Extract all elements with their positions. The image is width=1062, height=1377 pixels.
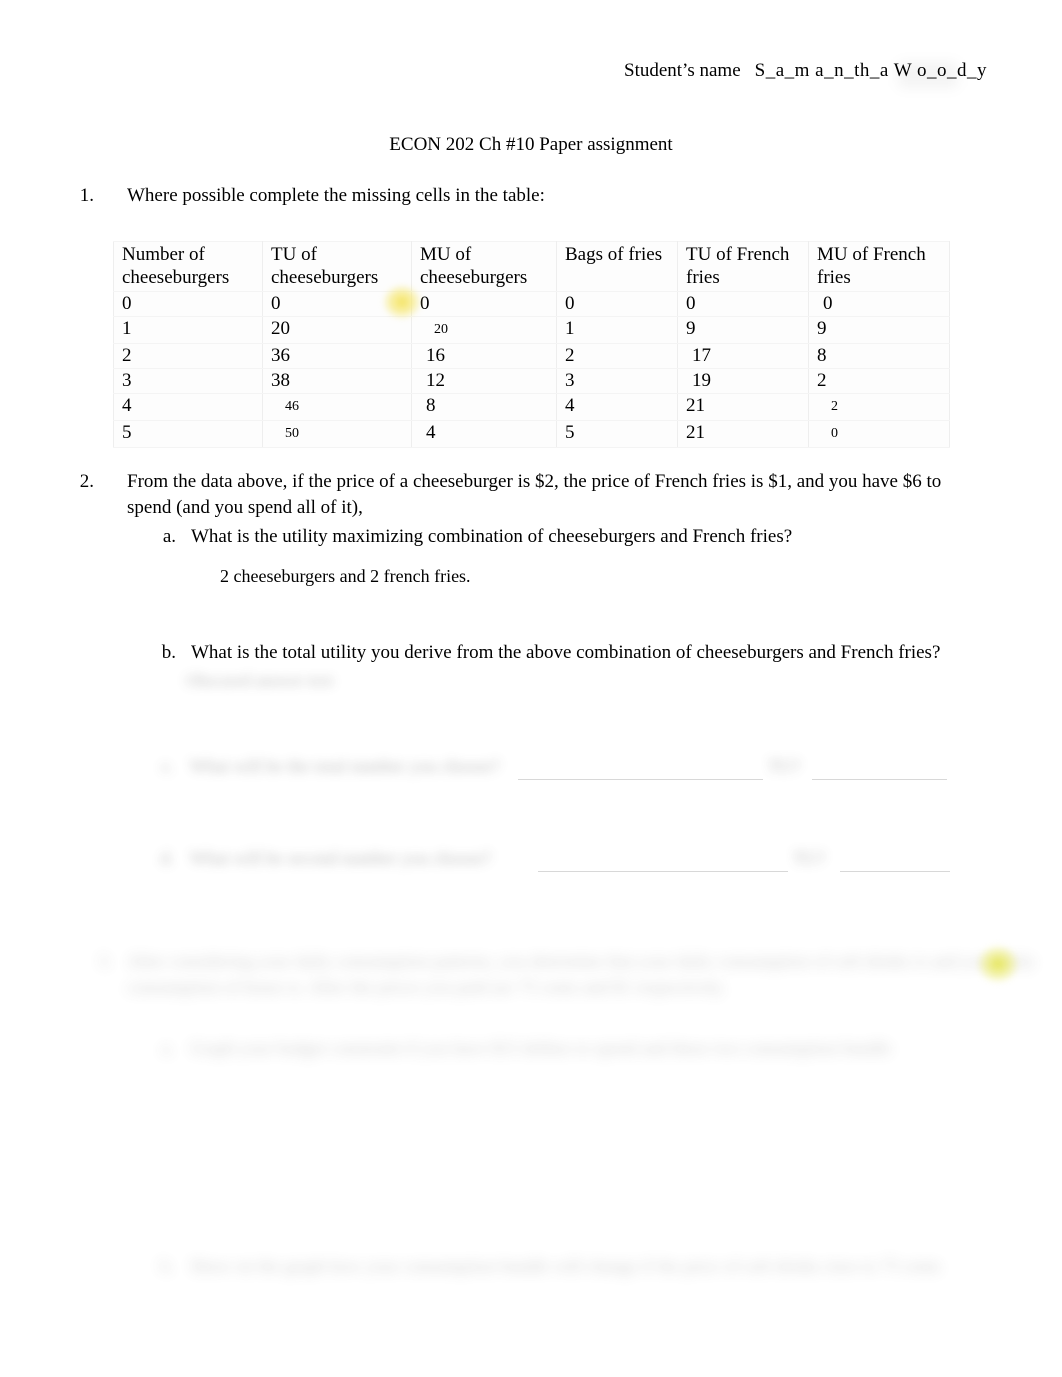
cell-tu-burgers[interactable]: 38	[262, 368, 412, 394]
utility-table-wrapper: Number of cheeseburgers TU of cheeseburg…	[113, 241, 950, 448]
cell-mu-burgers[interactable]: 20	[411, 316, 557, 344]
question-2b-letter: b.	[161, 642, 176, 663]
table-row: 1 20 20 1 9 9	[113, 316, 950, 344]
cell-tu-fries[interactable]: 19	[677, 368, 809, 394]
column-header-tu-of-cheeseburgers: TU of cheeseburgers	[262, 241, 412, 292]
cell-mu-burgers[interactable]: 12	[411, 368, 557, 394]
cell-qty-burgers[interactable]: 5	[113, 420, 263, 448]
question-3b-letter: b.	[160, 1256, 175, 1276]
table-row: 0 0 0 0 0 0	[113, 291, 950, 317]
cell-qty-fries[interactable]: 3	[556, 368, 678, 394]
cell-tu-burgers[interactable]: 50	[262, 420, 412, 448]
table-row: 2 36 16 2 17 8	[113, 343, 950, 369]
cell-mu-fries[interactable]: 2	[808, 368, 950, 394]
cell-mu-fries-value: 2	[831, 399, 838, 414]
cell-tu-burgers[interactable]: 20	[262, 316, 412, 344]
question-2c-blank-suffix: TU?	[768, 756, 800, 776]
question-2b-text: What is the total utility you derive fro…	[191, 642, 941, 663]
question-2d-text: What will be second number you choose?	[190, 848, 491, 868]
cell-mu-burgers[interactable]: 8	[411, 393, 557, 421]
cell-tu-fries[interactable]: 0	[677, 291, 809, 317]
student-name-line: Student’s name S_a_m a_n_th_a W o_o_d_y	[624, 58, 1044, 83]
question-3-number: 3.	[98, 951, 113, 971]
question-3a-letter: a.	[161, 1038, 175, 1058]
column-header-mu-of-french-fries: MU of French fries	[808, 241, 950, 292]
cell-tu-fries-value: 19	[692, 370, 711, 391]
question-2a-text: What is the utility maximizing combinati…	[191, 526, 793, 547]
question-2-text: From the data above, if the price of a c…	[127, 471, 942, 518]
question-3-text: After considering your daily consumption…	[127, 951, 1036, 997]
cell-qty-fries[interactable]: 0	[556, 291, 678, 317]
cell-mu-fries-value: 0	[823, 293, 833, 314]
table-row: 3 38 12 3 19 2	[113, 368, 950, 394]
table-header-row: Number of cheeseburgers TU of cheeseburg…	[113, 241, 950, 292]
student-name-label: Student’s name	[624, 60, 741, 81]
question-2c-redacted: c. What will be the total number you cho…	[140, 753, 1000, 783]
cell-mu-fries[interactable]: 0	[808, 291, 950, 317]
cell-tu-burgers[interactable]: 46	[262, 393, 412, 421]
cell-qty-fries[interactable]: 4	[556, 393, 678, 421]
cell-qty-burgers[interactable]: 3	[113, 368, 263, 394]
cell-mu-burgers-value: 16	[426, 345, 445, 366]
document-page: Student’s name S_a_m a_n_th_a W o_o_d_y E…	[0, 0, 1062, 1377]
cell-mu-burgers[interactable]: 4	[411, 420, 557, 448]
question-2d-redacted: d. What will be second number you choose…	[140, 845, 1000, 875]
cell-tu-fries[interactable]: 17	[677, 343, 809, 369]
cell-mu-burgers-value: 4	[426, 422, 436, 443]
page-title: ECON 202 Ch #10 Paper assignment	[389, 134, 673, 155]
cell-mu-burgers[interactable]: 16	[411, 343, 557, 369]
cell-qty-fries[interactable]: 5	[556, 420, 678, 448]
column-header-number-of-cheeseburgers: Number of cheeseburgers	[113, 241, 263, 292]
question-2b-answer-redacted[interactable]: Obscured answer text	[186, 668, 333, 694]
question-2c-blank[interactable]	[518, 779, 763, 780]
cell-mu-fries[interactable]: 8	[808, 343, 950, 369]
question-1-number: 1.	[79, 185, 94, 206]
cell-mu-fries[interactable]: 9	[808, 316, 950, 344]
cell-mu-burgers-value: 8	[426, 395, 436, 416]
column-header-bags-of-fries: Bags of fries	[556, 241, 678, 292]
question-2d-letter: d.	[160, 848, 175, 868]
table-row: 4 46 8 4 21 2	[113, 393, 950, 421]
cell-mu-burgers-value: 20	[434, 322, 448, 337]
cell-mu-fries[interactable]: 2	[808, 393, 950, 421]
cell-tu-burgers-value: 46	[285, 399, 299, 414]
cell-qty-burgers[interactable]: 0	[113, 291, 263, 317]
cell-tu-fries[interactable]: 21	[677, 420, 809, 448]
question-2c-blank-2[interactable]	[812, 779, 947, 780]
cell-tu-burgers[interactable]: 0	[262, 291, 412, 317]
cell-tu-burgers[interactable]: 36	[262, 343, 412, 369]
question-2a-letter: a.	[162, 526, 176, 547]
cell-mu-burgers-value: 12	[426, 370, 445, 391]
cell-tu-fries[interactable]: 21	[677, 393, 809, 421]
question-2d-blank-2[interactable]	[840, 871, 950, 872]
column-header-tu-of-french-fries: TU of French fries	[677, 241, 809, 292]
utility-table: Number of cheeseburgers TU of cheeseburg…	[113, 241, 950, 448]
question-2c-text: What will be the total number you choose…	[190, 756, 500, 776]
name-smudge-artifact	[898, 62, 958, 88]
question-2d-blank[interactable]	[538, 871, 788, 872]
cell-qty-burgers[interactable]: 1	[113, 316, 263, 344]
cell-tu-fries[interactable]: 9	[677, 316, 809, 344]
question-2c-letter: c.	[161, 756, 175, 776]
question-2a-answer[interactable]: 2 cheeseburgers and 2 french fries.	[220, 564, 471, 589]
question-2-number: 2.	[79, 471, 94, 492]
question-3b-text: Show on the graph how your consumption b…	[190, 1256, 941, 1276]
cell-tu-burgers-value: 50	[285, 426, 299, 441]
column-header-mu-of-cheeseburgers: MU of cheeseburgers	[411, 241, 557, 292]
question-1-text: Where possible complete the missing cell…	[127, 185, 545, 206]
cell-mu-fries[interactable]: 0	[808, 420, 950, 448]
cell-qty-fries[interactable]: 1	[556, 316, 678, 344]
question-3a-text: Graph your budget constraint if you have…	[190, 1038, 892, 1058]
cell-qty-burgers[interactable]: 4	[113, 393, 263, 421]
cell-qty-fries[interactable]: 2	[556, 343, 678, 369]
cell-tu-fries-value: 17	[692, 345, 711, 366]
cell-mu-fries-value: 0	[831, 426, 838, 441]
table-row: 5 50 4 5 21 0	[113, 420, 950, 448]
cell-qty-burgers[interactable]: 2	[113, 343, 263, 369]
question-2d-blank-suffix: TU?	[793, 848, 825, 868]
cell-mu-burgers[interactable]: 0	[411, 291, 557, 317]
